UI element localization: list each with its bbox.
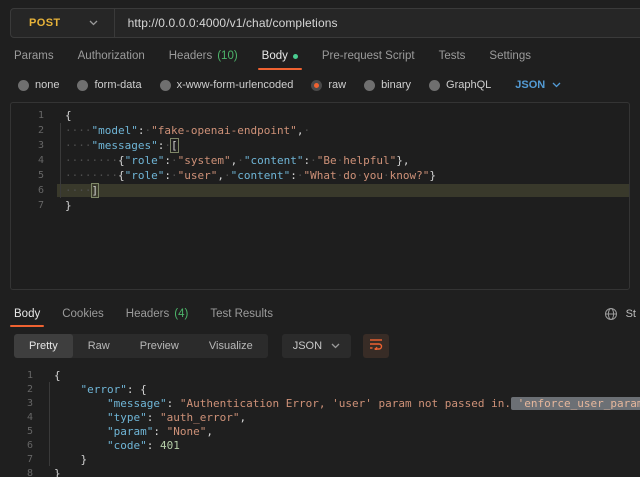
response-meta-right: St: [604, 300, 636, 327]
request-language-select[interactable]: JSON: [515, 79, 561, 91]
indent-guide: [49, 382, 50, 466]
request-bar-wrap: POST http://0.0.0.0:4000/v1/chat/complet…: [0, 0, 640, 38]
code-line[interactable]: 7 }: [0, 452, 640, 466]
response-language-select[interactable]: JSON: [282, 334, 351, 358]
request-tabs: Params Authorization Headers (10) Body P…: [0, 42, 640, 70]
line-number: 3: [0, 398, 46, 409]
code-line[interactable]: 2····"model":·"fake-openai-endpoint",·: [11, 123, 629, 138]
view-visualize[interactable]: Visualize: [194, 334, 268, 358]
tab-headers[interactable]: Headers (10): [169, 42, 238, 70]
response-tab-headers[interactable]: Headers (4): [126, 300, 189, 327]
line-number: 6: [0, 440, 46, 451]
code-line[interactable]: 6····]: [11, 183, 629, 198]
view-raw[interactable]: Raw: [73, 334, 125, 358]
code-line[interactable]: 4 "type": "auth_error",: [0, 410, 640, 424]
tab-settings[interactable]: Settings: [489, 42, 531, 70]
response-headers-count-badge: (4): [174, 308, 188, 320]
mode-raw[interactable]: raw: [311, 79, 346, 91]
response-tabs: Body Cookies Headers (4) Test Results St: [0, 300, 640, 327]
request-body-editor[interactable]: 1{2····"model":·"fake-openai-endpoint",·…: [10, 102, 630, 290]
wrap-text-button[interactable]: [363, 334, 389, 358]
tab-tests[interactable]: Tests: [439, 42, 466, 70]
code-line[interactable]: 5 "param": "None",: [0, 424, 640, 438]
body-mode-row: none form-data x-www-form-urlencoded raw…: [0, 72, 640, 98]
code-line[interactable]: 3 "message": "Authentication Error, 'use…: [0, 396, 640, 410]
response-toolbar: Pretty Raw Preview Visualize JSON: [0, 333, 640, 359]
line-number: 7: [0, 454, 46, 465]
indent-guide: [60, 123, 61, 198]
view-switcher: Pretty Raw Preview Visualize: [14, 334, 268, 358]
tab-pre-request-script[interactable]: Pre-request Script: [322, 42, 415, 70]
radio-icon: [77, 80, 88, 91]
tab-params[interactable]: Params: [14, 42, 54, 70]
mode-form-data[interactable]: form-data: [77, 79, 141, 91]
tab-authorization[interactable]: Authorization: [78, 42, 145, 70]
line-number: 4: [11, 155, 57, 166]
code-line[interactable]: 7}: [11, 198, 629, 213]
response-tab-test-results[interactable]: Test Results: [210, 300, 273, 327]
globe-icon[interactable]: [604, 307, 618, 321]
code-line[interactable]: 3····"messages":·[: [11, 138, 629, 153]
response-tab-body[interactable]: Body: [14, 300, 40, 327]
view-pretty[interactable]: Pretty: [14, 334, 73, 358]
code-line[interactable]: 8}: [0, 466, 640, 477]
chevron-down-icon: [552, 82, 561, 88]
response-body-editor[interactable]: 1{2 "error": {3 "message": "Authenticati…: [0, 363, 640, 477]
radio-selected-icon: [311, 80, 322, 91]
method-select[interactable]: POST: [11, 9, 114, 37]
body-modified-dot: [293, 54, 298, 59]
radio-icon: [364, 80, 375, 91]
method-label: POST: [29, 17, 61, 29]
line-number: 8: [0, 468, 46, 477]
mode-graphql[interactable]: GraphQL: [429, 79, 491, 91]
line-number: 3: [11, 140, 57, 151]
status-text-partial: St: [626, 308, 636, 320]
line-number: 2: [0, 384, 46, 395]
code-line[interactable]: 1{: [0, 368, 640, 382]
line-number: 1: [0, 370, 46, 381]
line-number: 7: [11, 200, 57, 211]
chevron-down-icon: [331, 343, 340, 349]
postman-dark-ui: { "request_bar": { "method": "POST", "ur…: [0, 0, 640, 477]
mode-none[interactable]: none: [18, 79, 59, 91]
code-line[interactable]: 6 "code": 401: [0, 438, 640, 452]
mode-x-www-form-urlencoded[interactable]: x-www-form-urlencoded: [160, 79, 294, 91]
radio-icon: [18, 80, 29, 91]
code-line[interactable]: 2 "error": {: [0, 382, 640, 396]
line-number: 2: [11, 125, 57, 136]
radio-icon: [160, 80, 171, 91]
mode-binary[interactable]: binary: [364, 79, 411, 91]
url-input[interactable]: http://0.0.0.0:4000/v1/chat/completions: [115, 16, 338, 30]
line-number: 1: [11, 110, 57, 121]
chevron-down-icon: [89, 20, 98, 26]
headers-count-badge: (10): [217, 50, 237, 62]
line-number: 5: [11, 170, 57, 181]
radio-icon: [429, 80, 440, 91]
response-tab-cookies[interactable]: Cookies: [62, 300, 104, 327]
active-tab-underline: [258, 68, 302, 70]
line-number: 4: [0, 412, 46, 423]
code-line[interactable]: 4········{"role":·"system",·"content":·"…: [11, 153, 629, 168]
code-line[interactable]: 5········{"role":·"user",·"content":·"Wh…: [11, 168, 629, 183]
view-preview[interactable]: Preview: [125, 334, 194, 358]
line-number: 5: [0, 426, 46, 437]
active-tab-underline: [10, 325, 44, 327]
code-line[interactable]: 1{: [11, 108, 629, 123]
wrap-text-icon: [369, 337, 383, 355]
request-bar: POST http://0.0.0.0:4000/v1/chat/complet…: [10, 8, 640, 38]
line-number: 6: [11, 185, 57, 196]
tab-body[interactable]: Body: [262, 42, 298, 70]
